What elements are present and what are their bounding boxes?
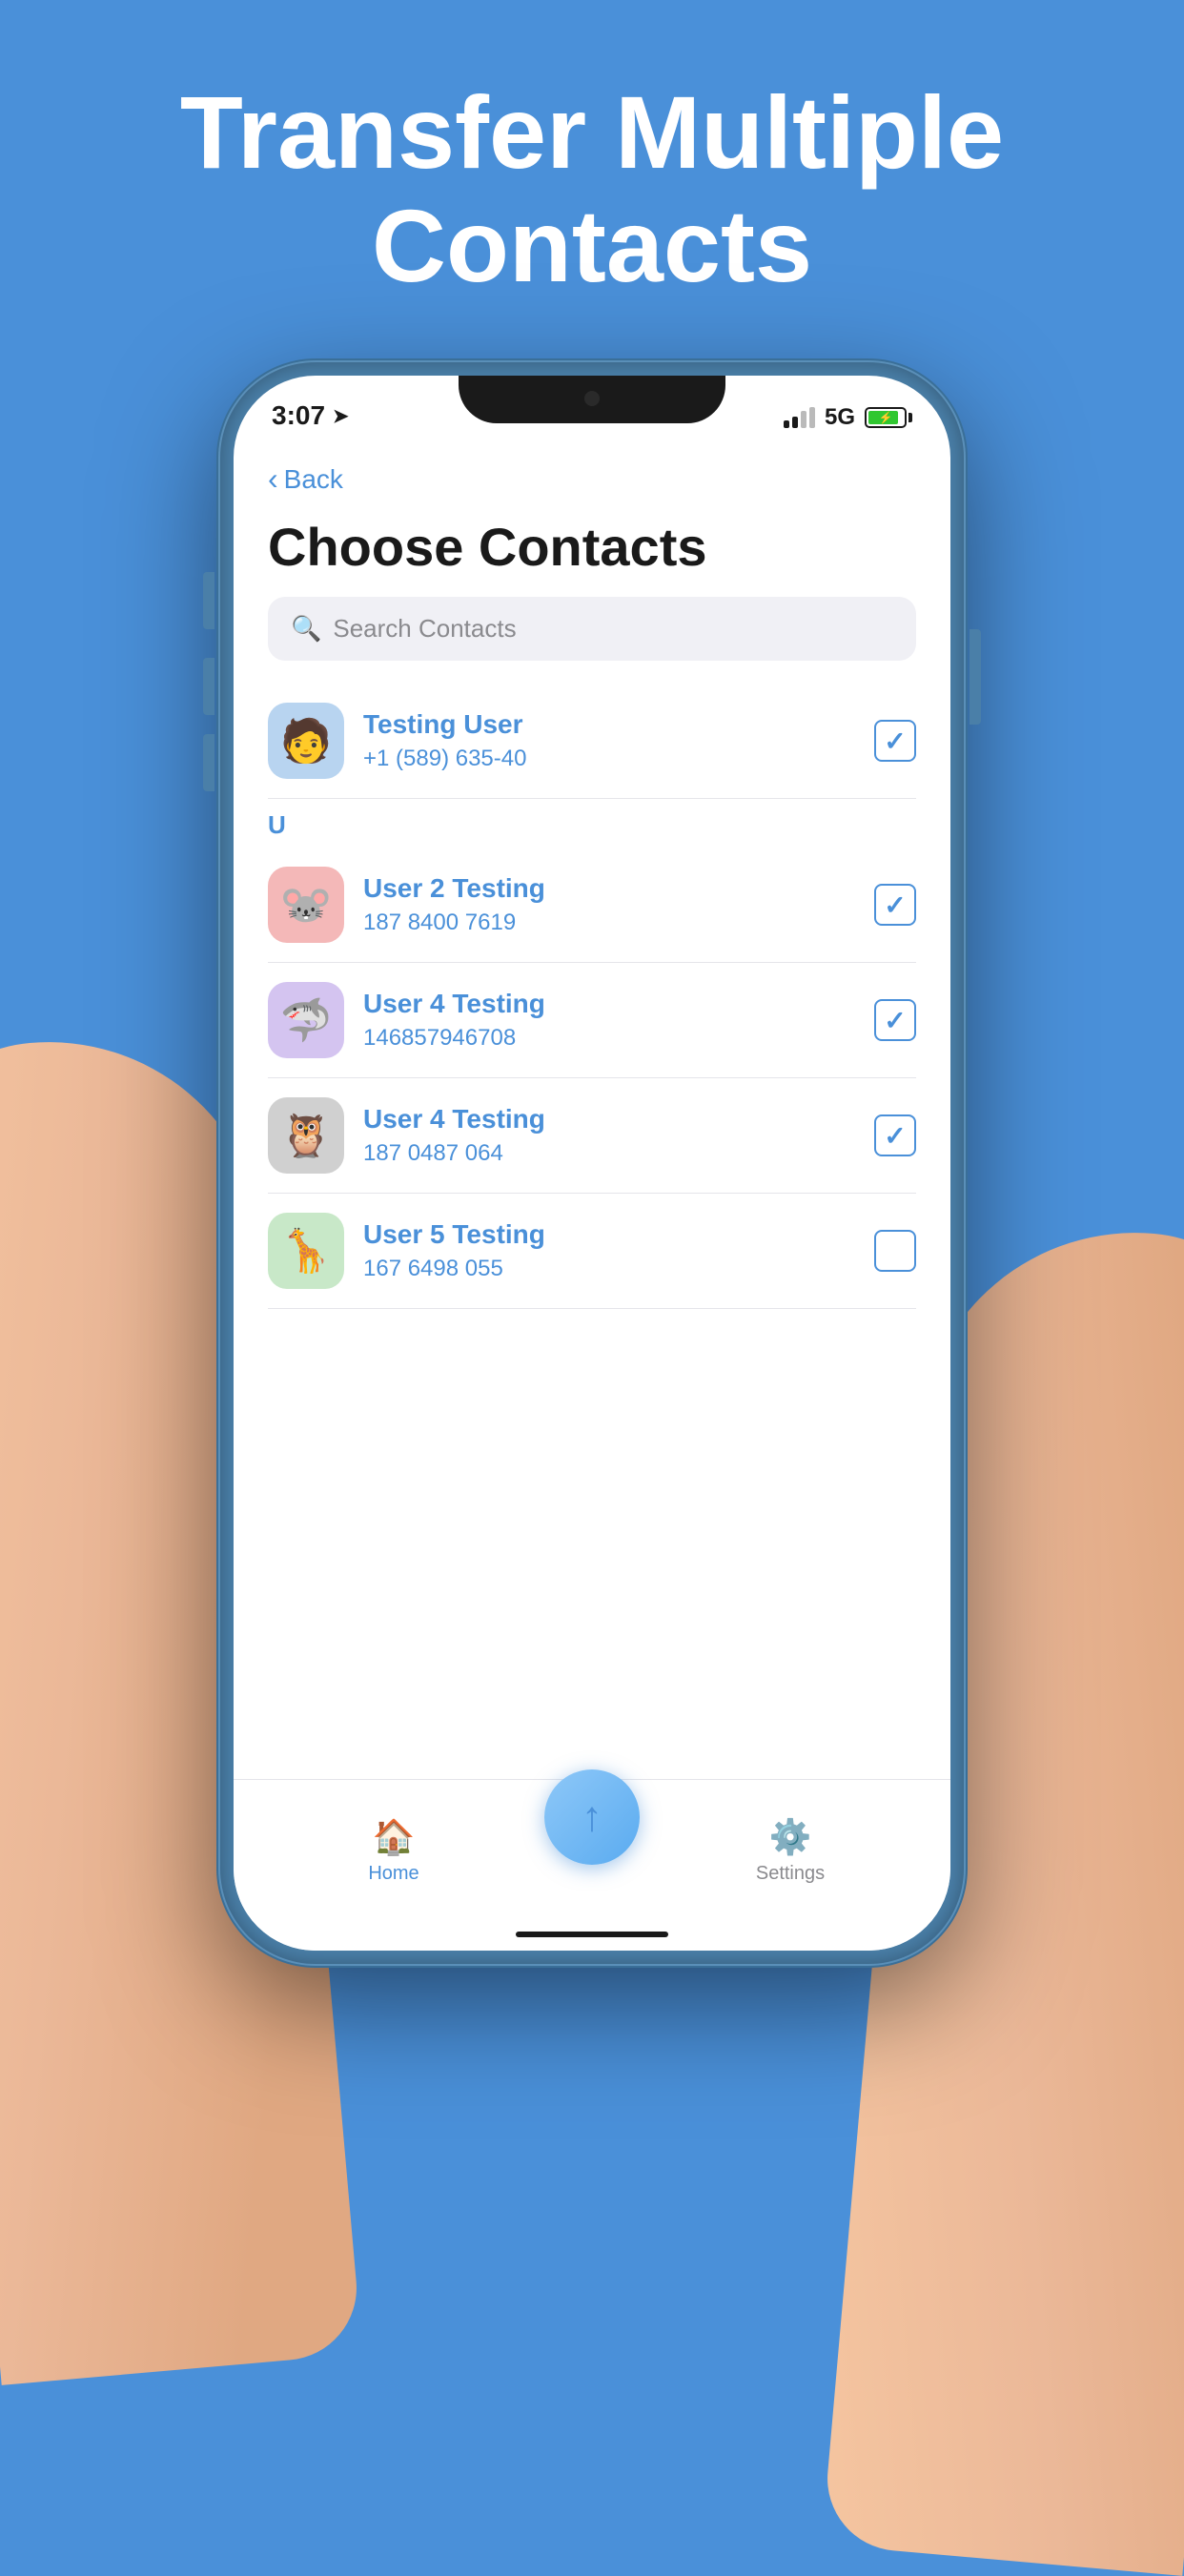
list-item[interactable]: 🧑 Testing User +1 (589) 635-40 — [268, 684, 916, 799]
contact-name: User 5 Testing — [363, 1219, 874, 1250]
list-item[interactable]: 🦈 User 4 Testing 146857946708 — [268, 963, 916, 1078]
status-time: 3:07 ➤ — [272, 400, 349, 431]
contact-name: Testing User — [363, 709, 874, 740]
contact-info: User 2 Testing 187 8400 7619 — [363, 873, 874, 936]
phone-wrapper: 3:07 ➤ 5G ⚡ — [220, 362, 964, 1964]
back-chevron-icon: ‹ — [268, 461, 278, 497]
status-right: 5G ⚡ — [784, 404, 912, 431]
share-fab-button[interactable]: ↑ — [544, 1769, 640, 1865]
contact-checkbox[interactable] — [874, 884, 916, 926]
page-title: Choose Contacts — [234, 506, 950, 597]
tab-settings[interactable]: ⚙️ Settings — [649, 1817, 931, 1885]
settings-icon: ⚙️ — [769, 1817, 812, 1857]
hero-title: Transfer Multiple Contacts — [0, 76, 1184, 303]
settings-tab-label: Settings — [756, 1863, 825, 1885]
contact-phone: +1 (589) 635-40 — [363, 746, 874, 772]
contact-checkbox[interactable] — [874, 1230, 916, 1272]
contact-checkbox[interactable] — [874, 999, 916, 1041]
avatar: 🦉 — [268, 1097, 344, 1174]
contact-checkbox[interactable] — [874, 1114, 916, 1156]
contact-name: User 2 Testing — [363, 873, 874, 904]
contact-name: User 4 Testing — [363, 1104, 874, 1135]
home-tab-label: Home — [368, 1863, 418, 1885]
phone-frame: 3:07 ➤ 5G ⚡ — [220, 362, 964, 1964]
share-icon: ↑ — [582, 1793, 602, 1841]
back-button[interactable]: ‹ Back — [234, 442, 950, 506]
avatar: 🦈 — [268, 982, 344, 1058]
home-icon: 🏠 — [373, 1817, 416, 1857]
back-label: Back — [284, 464, 343, 495]
phone-screen: 3:07 ➤ 5G ⚡ — [234, 376, 950, 1951]
network-type: 5G — [825, 404, 855, 431]
contact-checkbox[interactable] — [874, 720, 916, 762]
contact-info: User 4 Testing 187 0487 064 — [363, 1104, 874, 1167]
avatar: 🧑 — [268, 703, 344, 779]
home-indicator — [516, 1932, 668, 1937]
phone-notch — [459, 376, 725, 423]
list-item[interactable]: 🦉 User 4 Testing 187 0487 064 — [268, 1078, 916, 1194]
search-input[interactable]: Search Contacts — [333, 614, 516, 644]
contact-info: Testing User +1 (589) 635-40 — [363, 709, 874, 772]
avatar: 🐭 — [268, 867, 344, 943]
battery-icon: ⚡ — [865, 407, 912, 428]
search-icon: 🔍 — [291, 614, 321, 644]
contact-info: User 5 Testing 167 6498 055 — [363, 1219, 874, 1282]
app-content: ‹ Back Choose Contacts 🔍 Search Contacts… — [234, 442, 950, 1951]
front-camera — [582, 389, 602, 408]
signal-icon — [784, 407, 815, 428]
contacts-list: 🧑 Testing User +1 (589) 635-40 U 🐭 — [234, 684, 950, 1951]
contact-phone: 146857946708 — [363, 1025, 874, 1052]
avatar: 🦒 — [268, 1213, 344, 1289]
list-item[interactable]: 🐭 User 2 Testing 187 8400 7619 — [268, 848, 916, 963]
contact-name: User 4 Testing — [363, 989, 874, 1019]
tab-home[interactable]: 🏠 Home — [253, 1817, 535, 1885]
contact-phone: 187 0487 064 — [363, 1140, 874, 1167]
section-header-u: U — [268, 799, 916, 848]
list-item[interactable]: 🦒 User 5 Testing 167 6498 055 — [268, 1194, 916, 1309]
contact-phone: 187 8400 7619 — [363, 910, 874, 936]
contact-phone: 167 6498 055 — [363, 1256, 874, 1282]
contact-info: User 4 Testing 146857946708 — [363, 989, 874, 1052]
search-bar[interactable]: 🔍 Search Contacts — [268, 597, 916, 661]
